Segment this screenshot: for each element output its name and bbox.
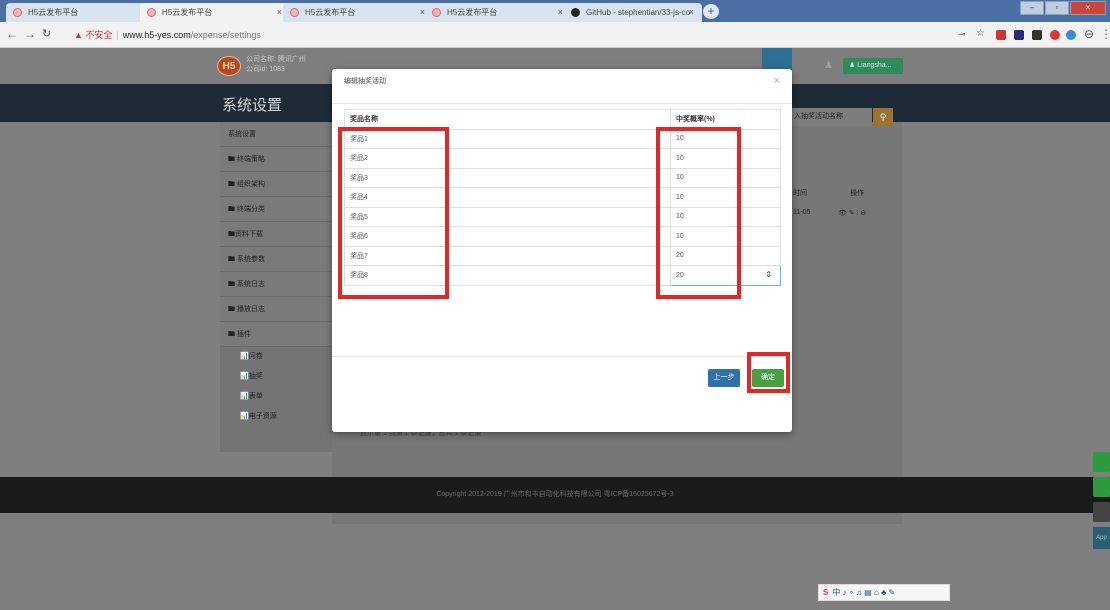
sogou-icon: S bbox=[823, 588, 829, 597]
sidebar-item-plugins[interactable]: 🖿 插件 bbox=[220, 322, 332, 347]
browser-tab[interactable]: H5云发布平台 × bbox=[425, 3, 571, 22]
h5-favicon-icon bbox=[147, 8, 156, 17]
url-field[interactable]: ▲ 不安全 | www.h5-yes.com/expense/settings bbox=[74, 28, 261, 41]
tab-label: H5云发布平台 bbox=[305, 8, 356, 17]
user-icon: ♟ bbox=[849, 62, 858, 69]
new-tab-button[interactable]: + bbox=[703, 4, 719, 19]
column-header: 操作 bbox=[850, 190, 864, 197]
highlight-box-win-rates bbox=[656, 127, 741, 299]
download-icon[interactable] bbox=[1093, 452, 1110, 472]
search-icon[interactable]: ⚲ bbox=[873, 108, 893, 126]
row-actions-icons[interactable]: 👁 ✎ ⫶ ⊖ bbox=[838, 209, 866, 218]
h5-favicon-icon bbox=[290, 8, 299, 17]
search-input[interactable]: 入抽奖活动名称 bbox=[792, 108, 872, 126]
url-path: /expense/settings bbox=[190, 30, 261, 40]
footer: Copyright 2012-2019 广州市和丰自动化科技有限公司 粤ICP备… bbox=[0, 477, 1110, 513]
user-name: Liangsha... bbox=[857, 62, 892, 69]
sidebar-item[interactable]: 🖿 终端分类 bbox=[220, 197, 332, 222]
previous-step-button[interactable]: 上一步 bbox=[708, 369, 740, 387]
key-icon[interactable]: ⊸ bbox=[958, 29, 966, 40]
user-icon[interactable] bbox=[1093, 502, 1110, 522]
address-bar: ← → ↻ ▲ 不安全 | www.h5-yes.com/expense/setti… bbox=[0, 22, 1110, 48]
ime-toolbar[interactable]: S中 ♪ ∘ ♫ ▤ ⌂ ♣ ✎ bbox=[818, 584, 950, 601]
modal-title: 编辑抽奖活动 bbox=[344, 78, 386, 85]
sidebar-item[interactable]: 🖿 终端策略 bbox=[220, 147, 332, 172]
reload-icon[interactable]: ↻ bbox=[42, 27, 51, 40]
divider bbox=[332, 103, 792, 104]
page-title: 系统设置 bbox=[222, 97, 283, 114]
logo: H5 bbox=[217, 56, 241, 76]
sidebar-item[interactable]: 🖿资料下载 bbox=[220, 222, 332, 247]
tab-close-icon[interactable]: × bbox=[689, 3, 694, 22]
spinner-icon[interactable]: ⇕ bbox=[765, 270, 772, 279]
company-id: 公司id: 1083 bbox=[246, 66, 285, 73]
menu-icon[interactable]: ⋮ bbox=[1100, 27, 1110, 41]
browser-tab[interactable]: H5云发布平台× bbox=[6, 3, 156, 22]
h5-favicon-icon bbox=[432, 8, 441, 17]
row-date: 11-05 bbox=[793, 209, 811, 216]
maximize-icon[interactable]: ▫ bbox=[1045, 1, 1069, 15]
browser-tab-active[interactable]: H5云发布平台 × bbox=[140, 3, 290, 22]
sidebar-item[interactable]: 系统设置 bbox=[220, 122, 332, 147]
window-close-icon[interactable]: × bbox=[1070, 1, 1106, 15]
h5-favicon-icon bbox=[13, 8, 22, 17]
modal-close-icon[interactable]: × bbox=[774, 75, 780, 87]
tab-label: GitHub - stephentian/33-js-co bbox=[586, 8, 691, 17]
company-name: 公司名称: 腾讯广州 bbox=[246, 56, 306, 63]
sidebar-subitem[interactable]: 📊表单 bbox=[220, 387, 332, 407]
tab-label: H5云发布平台 bbox=[28, 8, 79, 17]
github-icon bbox=[571, 8, 580, 17]
ime-icons: 中 ♪ ∘ ♫ ▤ ⌂ ♣ ✎ bbox=[832, 588, 896, 597]
extension-icon[interactable] bbox=[1014, 30, 1024, 40]
url-host: www.h5-yes.com bbox=[122, 30, 191, 40]
divider bbox=[332, 356, 792, 357]
not-secure-warning: ▲ 不安全 bbox=[74, 30, 113, 40]
back-icon[interactable]: ← bbox=[6, 27, 18, 41]
app-tab[interactable]: App bbox=[1093, 527, 1110, 549]
sidebar-subitem[interactable]: 📊电子资源 bbox=[220, 407, 332, 427]
highlight-box-confirm bbox=[747, 352, 790, 393]
browser-tab[interactable]: GitHub - stephentian/33-js-co × bbox=[564, 3, 702, 22]
company-info: 公司名称: 腾讯广州 公司id: 1083 bbox=[246, 55, 306, 75]
sidebar-item[interactable]: 🖿 播放日志 bbox=[220, 297, 332, 322]
tab-close-icon[interactable]: × bbox=[277, 3, 282, 22]
sidebar-item[interactable]: 🖿 系统日志 bbox=[220, 272, 332, 297]
highlight-box-prize-names bbox=[338, 127, 449, 299]
tab-label: H5云发布平台 bbox=[447, 8, 498, 17]
profile-icon[interactable]: ⊖ bbox=[1084, 27, 1094, 41]
sidebar-item[interactable]: 🖿 系统参数 bbox=[220, 247, 332, 272]
sidebar-subitem[interactable]: 📊问卷 bbox=[220, 347, 332, 367]
minimize-icon[interactable]: – bbox=[1020, 1, 1044, 15]
browser-tab-strip: H5云发布平台 × H5云发布平台 × H5云发布平台 × H5云发布平台 × GitH… bbox=[0, 0, 1110, 22]
sidebar-item[interactable]: 🖿 组织架构 bbox=[220, 172, 332, 197]
star-icon[interactable]: ☆ bbox=[976, 28, 985, 39]
sidebar-subitem[interactable]: 📊抽奖 bbox=[220, 367, 332, 387]
tab-close-icon[interactable]: × bbox=[558, 3, 563, 22]
user-button[interactable]: ♟ Liangsha... bbox=[843, 58, 903, 74]
column-header: 时间 bbox=[793, 190, 807, 197]
window-controls: – ▫ × bbox=[1019, 1, 1106, 15]
extension-icon[interactable] bbox=[1066, 30, 1076, 40]
extension-icon[interactable] bbox=[1032, 30, 1042, 40]
extension-icon[interactable] bbox=[996, 30, 1006, 40]
image-icon[interactable] bbox=[1093, 477, 1110, 497]
bell-icon[interactable]: ♟ bbox=[824, 60, 833, 71]
forward-icon[interactable]: → bbox=[24, 27, 36, 41]
browser-tab[interactable]: H5云发布平台× bbox=[283, 3, 433, 22]
tab-label: H5云发布平台 bbox=[162, 8, 213, 17]
sidebar: 系统设置 🖿 终端策略 🖿 组织架构 🖿 终端分类 🖿资料下载 🖿 系统参数 🖿… bbox=[220, 122, 332, 452]
extension-icon[interactable] bbox=[1050, 30, 1060, 40]
